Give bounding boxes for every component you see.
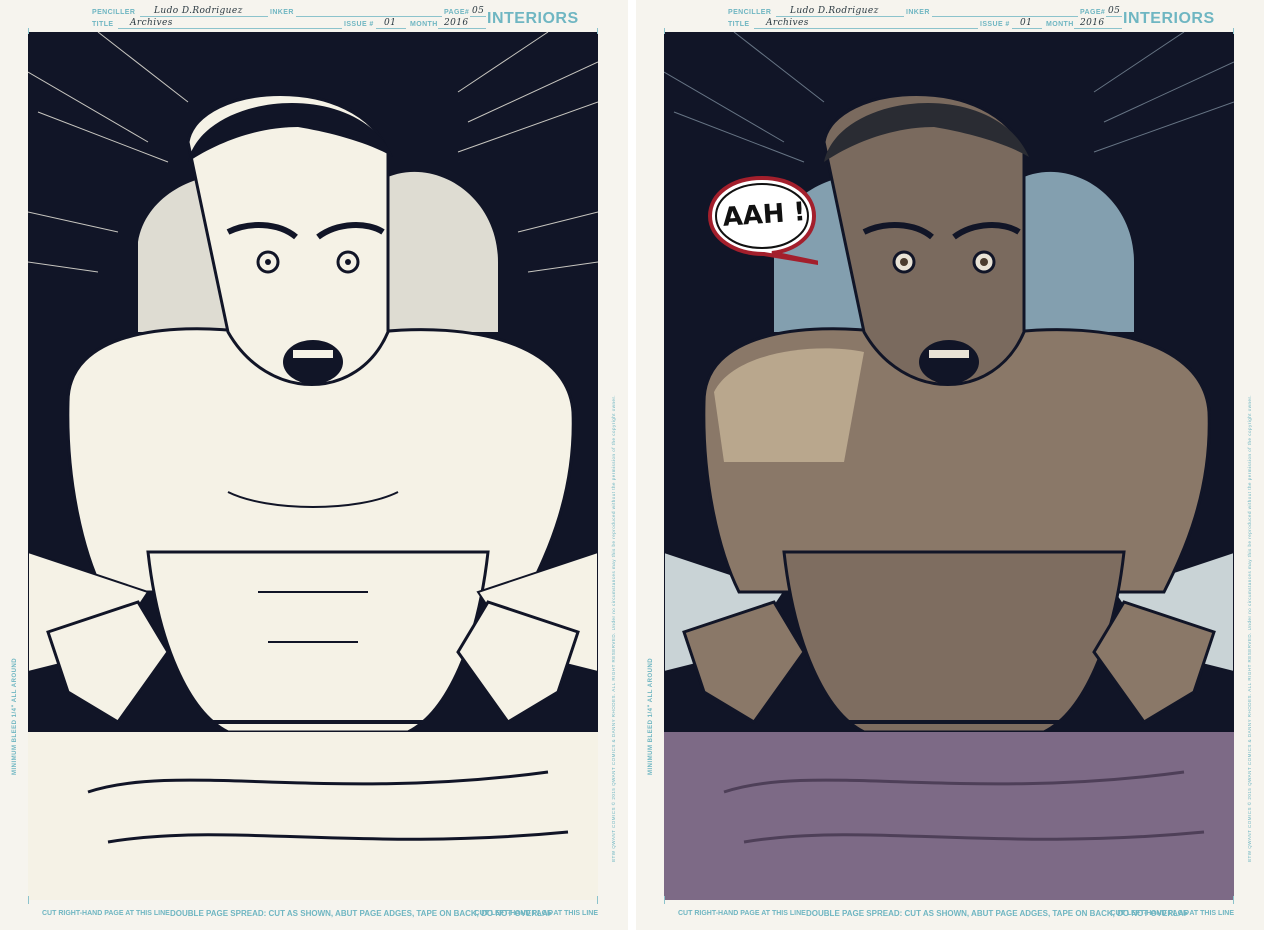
inker-label: INKER — [906, 9, 930, 16]
issue-label: ISSUE # — [980, 21, 1010, 28]
title-value: Archives — [766, 18, 809, 28]
page-divider — [628, 0, 636, 930]
speech-bubble-text: AAH ! — [721, 197, 807, 233]
page-number-label: PAGE# — [1080, 9, 1106, 16]
penciller-value: Ludo D.Rodriguez — [154, 6, 243, 16]
footer-cut-right-note: CUT RIGHT-HAND PAGE AT THIS LINE — [42, 910, 170, 917]
interiors-brand: INTERIORS — [1123, 10, 1215, 27]
bleed-note: MINIMUM BLEED 1/4" ALL AROUND — [12, 657, 18, 775]
penciller-value: Ludo D.Rodriguez — [790, 6, 879, 16]
penciller-label: PENCILLER — [92, 9, 136, 16]
footer-cut-right-note: CUT RIGHT-HAND PAGE AT THIS LINE — [678, 910, 806, 917]
month-label: MONTH — [1046, 21, 1074, 28]
page-number-value: 05 — [472, 6, 485, 16]
month-label: MONTH — [410, 21, 438, 28]
interiors-brand: INTERIORS — [487, 10, 579, 27]
issue-label: ISSUE # — [344, 21, 374, 28]
copyright-note: BTW QWANT COMICS © 2015 QWANT COMICS & D… — [611, 394, 616, 862]
colored-figure-illustration — [664, 32, 1234, 900]
inker-label: INKER — [270, 9, 294, 16]
footer-cut-left-note: CUT LEFT-HAND PAGE AT THIS LINE — [474, 910, 598, 917]
inked-figure-illustration — [28, 32, 598, 900]
colored-artwork — [664, 32, 1234, 900]
inked-artwork — [28, 32, 598, 900]
colored-page-board: PENCILLER Ludo D.Rodriguez INKER PAGE# 0… — [636, 0, 1264, 930]
page-number-label: PAGE# — [444, 9, 470, 16]
copyright-note: BTW QWANT COMICS © 2015 QWANT COMICS & D… — [1247, 394, 1252, 862]
month-value: 2016 — [444, 18, 469, 28]
bleed-note: MINIMUM BLEED 1/4" ALL AROUND — [648, 657, 654, 775]
title-label: TITLE — [92, 21, 114, 28]
inked-page-board: PENCILLER Ludo D.Rodriguez INKER PAGE# 0… — [0, 0, 628, 930]
issue-value: 01 — [1020, 18, 1033, 28]
title-value: Archives — [130, 18, 173, 28]
page-footer: CUT RIGHT-HAND PAGE AT THIS LINE DOUBLE … — [42, 906, 598, 922]
page-number-value: 05 — [1108, 6, 1121, 16]
penciller-label: PENCILLER — [728, 9, 772, 16]
footer-cut-left-note: CUT LEFT-HAND PAGE AT THIS LINE — [1110, 910, 1234, 917]
page-footer: CUT RIGHT-HAND PAGE AT THIS LINE DOUBLE … — [678, 906, 1234, 922]
issue-value: 01 — [384, 18, 397, 28]
month-value: 2016 — [1080, 18, 1105, 28]
title-label: TITLE — [728, 21, 750, 28]
